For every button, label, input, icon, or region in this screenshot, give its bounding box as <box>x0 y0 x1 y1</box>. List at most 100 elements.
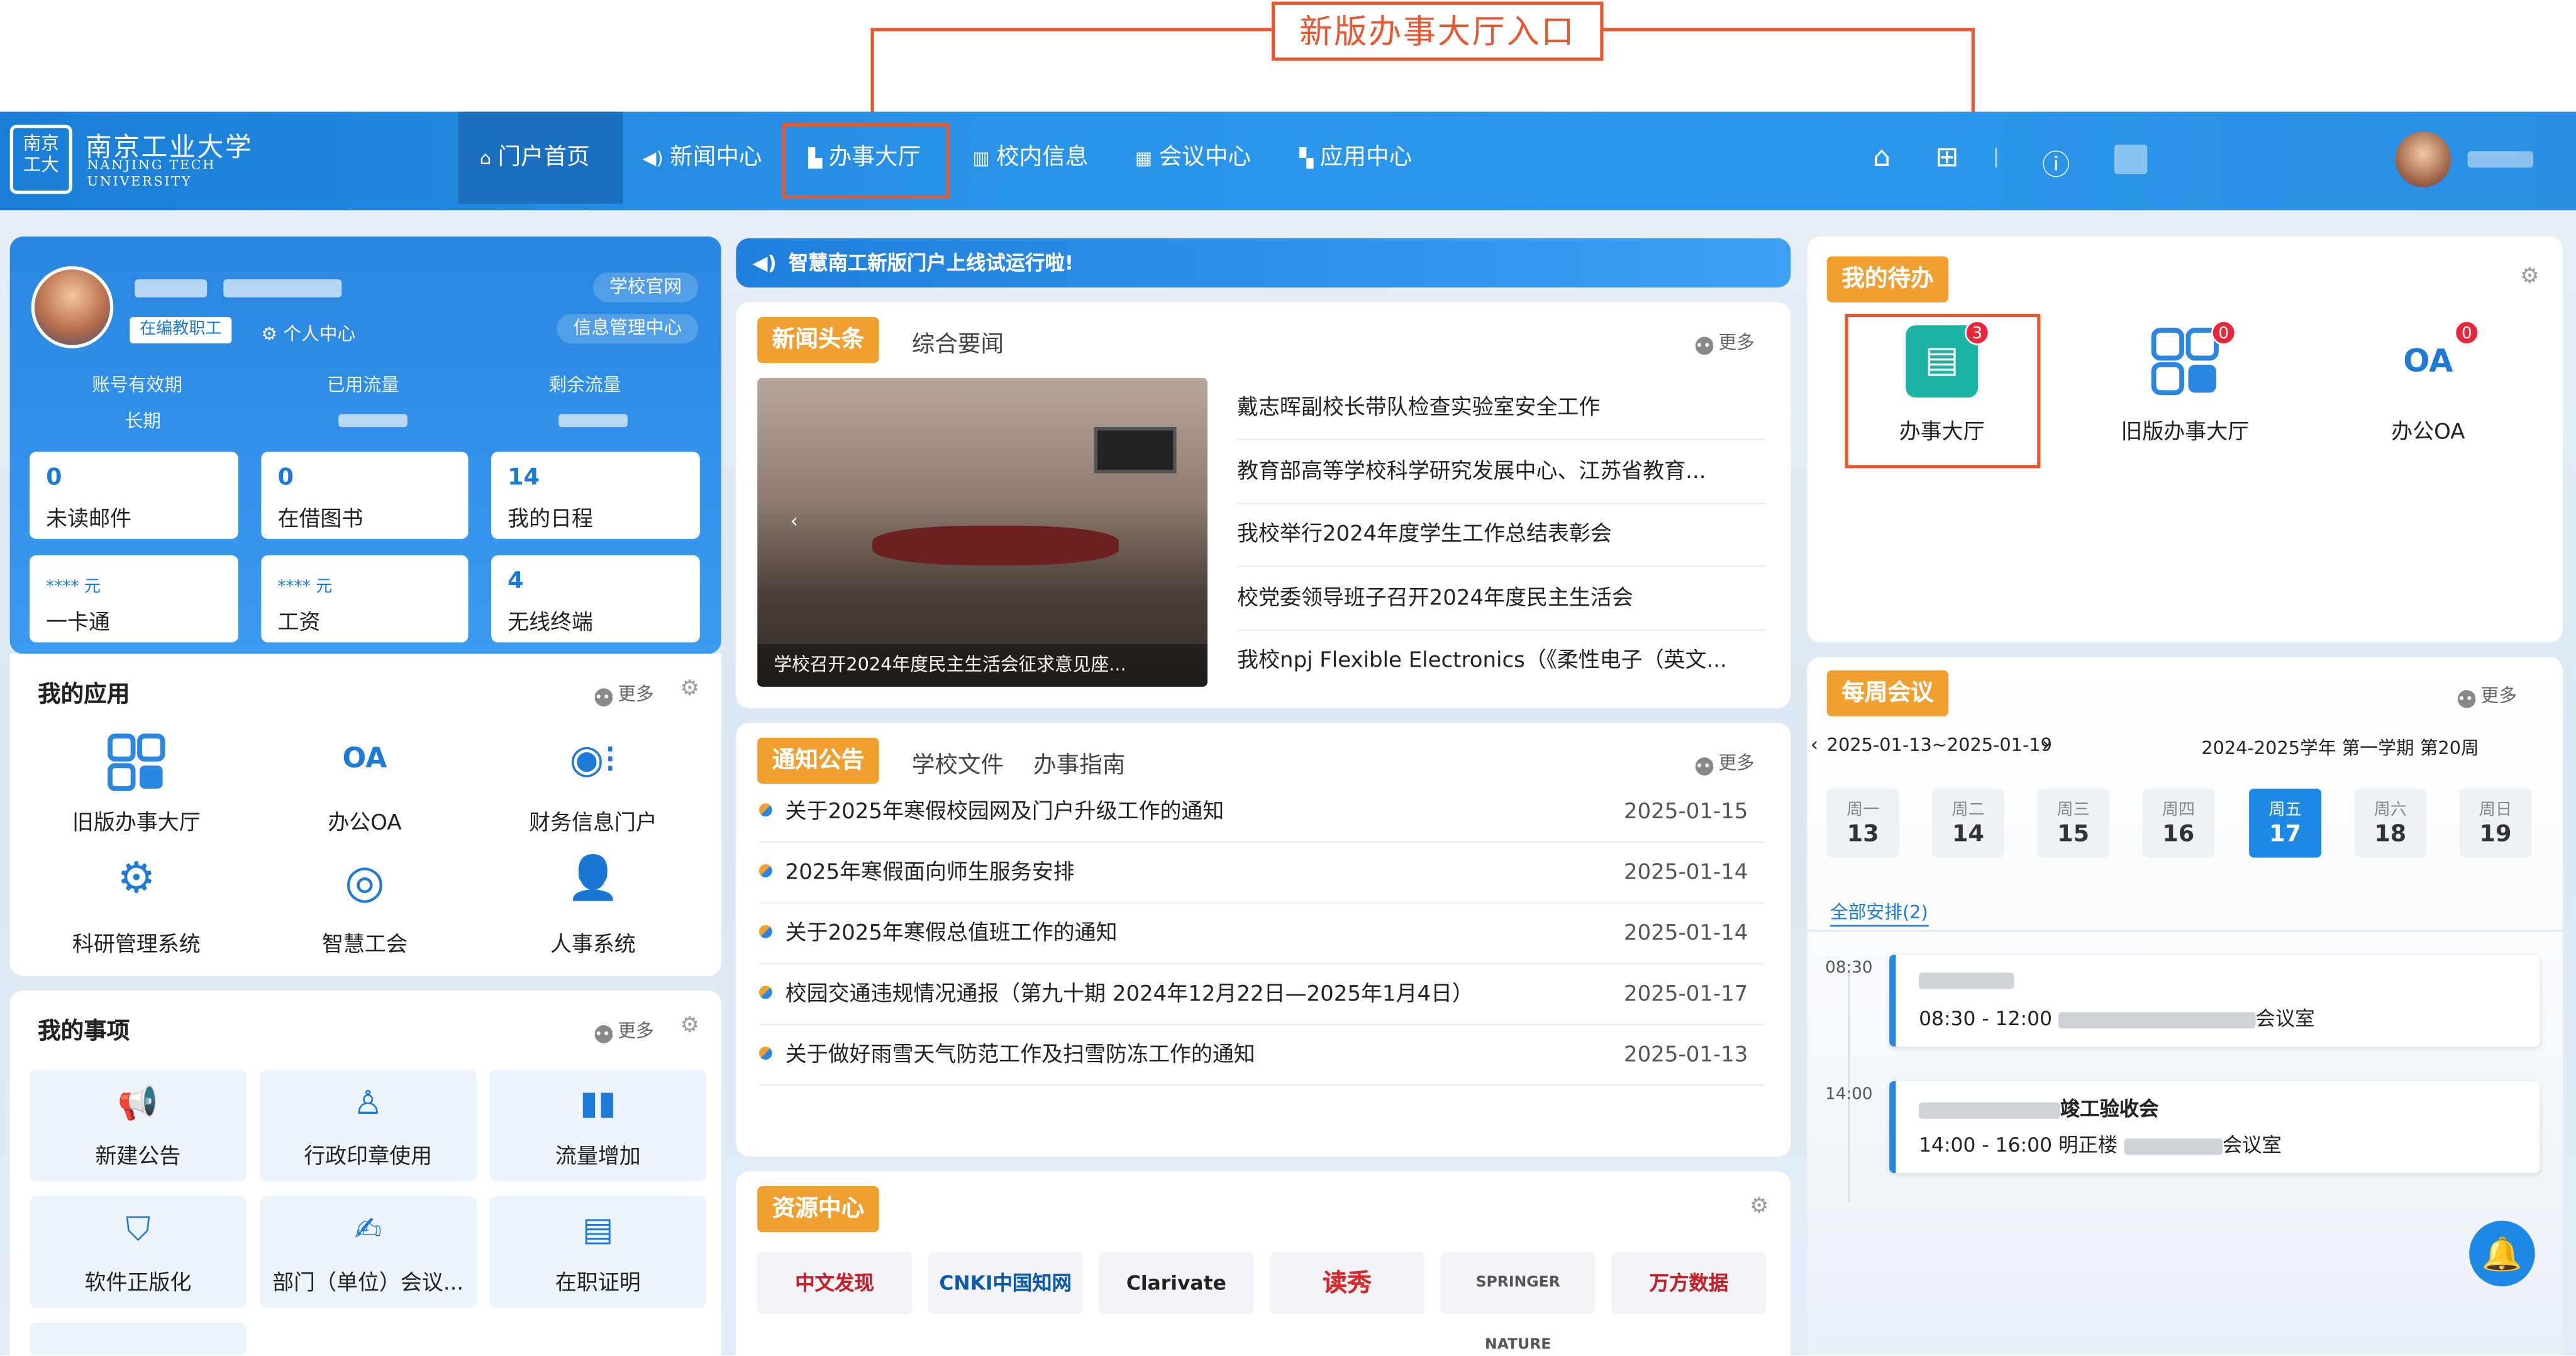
meeting-place: 会议室 <box>2222 1133 2282 1157</box>
nav-meeting-center[interactable]: ▦ 会议中心 <box>1135 112 1251 204</box>
day-sat[interactable]: 周六 18 <box>2354 788 2427 858</box>
school-website-link[interactable]: 学校官网 <box>593 272 699 303</box>
tab-service-guide[interactable]: 办事指南 <box>1033 748 1125 781</box>
oa-icon: OA <box>2403 343 2453 380</box>
todo-title: 我的待办 <box>1826 256 1949 303</box>
settings-gear-icon[interactable]: ⚙ <box>680 677 699 701</box>
account-validity-value: 长期 <box>125 411 161 433</box>
card-campus-card[interactable]: **** 元一卡通 <box>30 555 238 643</box>
day-fri-selected[interactable]: 周五 17 <box>2249 788 2322 858</box>
day-date: 18 <box>2374 821 2407 848</box>
role-badge: 在编教职工 <box>130 317 232 343</box>
news-item[interactable]: 戴志晖副校长带队检查实验室安全工作 <box>1237 378 1767 441</box>
card-label: 工资 <box>277 611 321 636</box>
user-avatar[interactable] <box>2395 131 2451 187</box>
settings-gear-icon[interactable]: ⚙ <box>1750 1194 1768 1219</box>
annotation-label: 新版办事大厅入口 <box>1271 1 1604 61</box>
tab-news-headline[interactable]: 新闻头条 <box>757 317 879 364</box>
tile-software-licensing[interactable]: ⛉ 软件正版化 <box>30 1196 247 1308</box>
home-shortcut-icon[interactable]: ⌂ <box>1873 142 1890 174</box>
bar-chart-icon: ▮▮ <box>580 1082 616 1123</box>
news-item[interactable]: 校党委领导班子召开2024年度民主生活会 <box>1237 569 1767 631</box>
my-items-more[interactable]: •••更多 <box>594 1017 654 1043</box>
tab-general-news[interactable]: 综合要闻 <box>912 327 1004 360</box>
resource-springer-nature[interactable]: SPRINGER NATURE <box>1440 1252 1596 1353</box>
tile-employment-proof[interactable]: ▤ 在职证明 <box>489 1196 707 1308</box>
resource-chinese-discovery[interactable]: 中文发现 <box>757 1252 912 1314</box>
notice-date: 2025-01-14 <box>1624 860 1748 886</box>
week-next-button[interactable]: › <box>2042 733 2050 756</box>
nav-app-center[interactable]: ▚ 应用中心 <box>1299 112 1412 204</box>
news-item[interactable]: 我校npj Flexible Electronics（《柔性电子（英文... <box>1237 631 1766 693</box>
tile-flow-increase[interactable]: ▮▮ 流量增加 <box>489 1069 707 1182</box>
tile-partial[interactable] <box>30 1322 247 1356</box>
notice-row[interactable]: 关于2025年寒假总值班工作的通知 2025-01-14 <box>758 904 1765 965</box>
notice-row[interactable]: 2025年寒假面向师生服务安排 2025-01-14 <box>758 843 1765 904</box>
tile-new-announcement[interactable]: 📢 新建公告 <box>30 1069 247 1182</box>
day-date: 15 <box>2057 821 2090 848</box>
news-panel: 新闻头条 综合要闻 •••更多 ‹ 学校召开2024年度民主生活会征求意见座..… <box>736 302 1791 708</box>
resource-duxiu[interactable]: 读秀 <box>1270 1252 1424 1314</box>
notification-icon[interactable] <box>2114 144 2148 174</box>
notice-row[interactable]: 校园交通违规情况通报（第九十期 2024年12月22日—2025年1月4日） 20… <box>758 964 1765 1026</box>
my-apps-more[interactable]: •••更多 <box>594 680 654 707</box>
news-photo[interactable]: ‹ 学校召开2024年度民主生活会征求意见座... <box>757 377 1208 687</box>
news-more[interactable]: •••更多 <box>1695 328 1755 355</box>
card-my-schedule[interactable]: 14 我的日程 <box>491 452 700 539</box>
nav-home[interactable]: ⌂ 门户首页 <box>480 112 590 204</box>
tab-notices[interactable]: 通知公告 <box>757 737 879 784</box>
stat-header-used: 已用流量 <box>326 374 399 396</box>
bell-icon[interactable]: 🔔 <box>2469 1220 2535 1287</box>
tile-department-meeting[interactable]: ✍ 部门（单位）会议... <box>259 1196 477 1308</box>
notice-row[interactable]: 关于做好雨雪天气防范工作及扫雪防冻工作的通知 2025-01-13 <box>758 1025 1765 1086</box>
union-icon[interactable]: ◎ <box>332 854 397 920</box>
nav-news[interactable]: ◀) 新闻中心 <box>642 112 762 204</box>
help-icon[interactable]: ⓘ <box>2042 142 2070 182</box>
card-unread-mail[interactable]: 0 未读邮件 <box>30 452 238 539</box>
info-management-link[interactable]: 信息管理中心 <box>557 313 699 343</box>
settings-gear-icon[interactable]: ⚙ <box>680 1014 699 1038</box>
settings-gear-icon[interactable]: ⚙ <box>2520 265 2539 289</box>
meeting-card[interactable]: 08:30 - 12:00 会议室 <box>1889 954 2540 1047</box>
meeting-card[interactable]: 竣工验收会 14:00 - 16:00 明正楼 会议室 <box>1889 1081 2540 1174</box>
card-num: **** 元 <box>46 578 101 597</box>
card-borrowed-books[interactable]: 0 在借图书 <box>261 452 469 539</box>
day-sun[interactable]: 周日 19 <box>2459 788 2532 858</box>
all-schedule-tab[interactable]: 全部安排(2) <box>1830 899 1928 927</box>
hr-system-icon[interactable]: 👤 <box>560 854 626 920</box>
resource-wanfang[interactable]: 万方数据 <box>1611 1252 1767 1314</box>
app-label: 旧版办事大厅 <box>72 811 201 836</box>
day-mon[interactable]: 周一 13 <box>1826 788 1899 858</box>
oa-icon[interactable]: OA <box>332 743 397 808</box>
finance-icon[interactable]: ◉⁝ <box>560 736 626 801</box>
todo-oa[interactable]: OA 0 办公OA <box>2333 312 2523 463</box>
todo-old-service-hall[interactable]: 0 旧版办事大厅 <box>2090 312 2280 463</box>
resource-clarivate[interactable]: Clarivate <box>1099 1252 1254 1314</box>
app-label: 科研管理系统 <box>72 933 201 958</box>
news-item[interactable]: 我校举行2024年度学生工作总结表彰会 <box>1237 504 1767 567</box>
old-service-hall-icon[interactable] <box>104 733 169 798</box>
notices-more[interactable]: •••更多 <box>1695 749 1755 775</box>
app-grid-icon[interactable]: ⊞ <box>1935 142 1958 174</box>
notice-row[interactable]: 关于2025年寒假校园网及门户升级工作的通知 2025-01-15 <box>758 782 1765 843</box>
carousel-prev-icon[interactable]: ‹ <box>790 509 798 533</box>
event-time: 14:00 <box>1825 1086 1873 1104</box>
tab-school-documents[interactable]: 学校文件 <box>912 748 1004 781</box>
tile-seal-usage[interactable]: ♙ 行政印章使用 <box>259 1069 477 1182</box>
research-management-icon[interactable]: ⚙ <box>104 854 169 920</box>
remaining-flow-redacted <box>558 414 628 428</box>
nav-campus-info[interactable]: ▥ 校内信息 <box>972 112 1088 204</box>
day-tue[interactable]: 周二 14 <box>1931 788 2004 858</box>
news-item[interactable]: 教育部高等学校科学研究发展中心、江苏省教育... <box>1237 442 1767 504</box>
meetings-more[interactable]: •••更多 <box>2457 682 2517 708</box>
personal-center-link[interactable]: ⚙ 个人中心 <box>261 320 355 347</box>
speaker-icon: ◀) <box>752 251 777 275</box>
card-num: **** 元 <box>277 578 333 597</box>
week-prev-button[interactable]: ‹ <box>1811 733 1819 756</box>
day-wed[interactable]: 周三 15 <box>2037 788 2110 858</box>
resource-cnki[interactable]: CNKI中国知网 <box>928 1252 1083 1314</box>
megaphone-icon: 📢 <box>117 1082 158 1123</box>
card-salary[interactable]: **** 元工资 <box>261 555 469 643</box>
card-wireless-terminals[interactable]: 4 无线终端 <box>491 555 700 643</box>
day-thu[interactable]: 周四 16 <box>2142 788 2215 858</box>
